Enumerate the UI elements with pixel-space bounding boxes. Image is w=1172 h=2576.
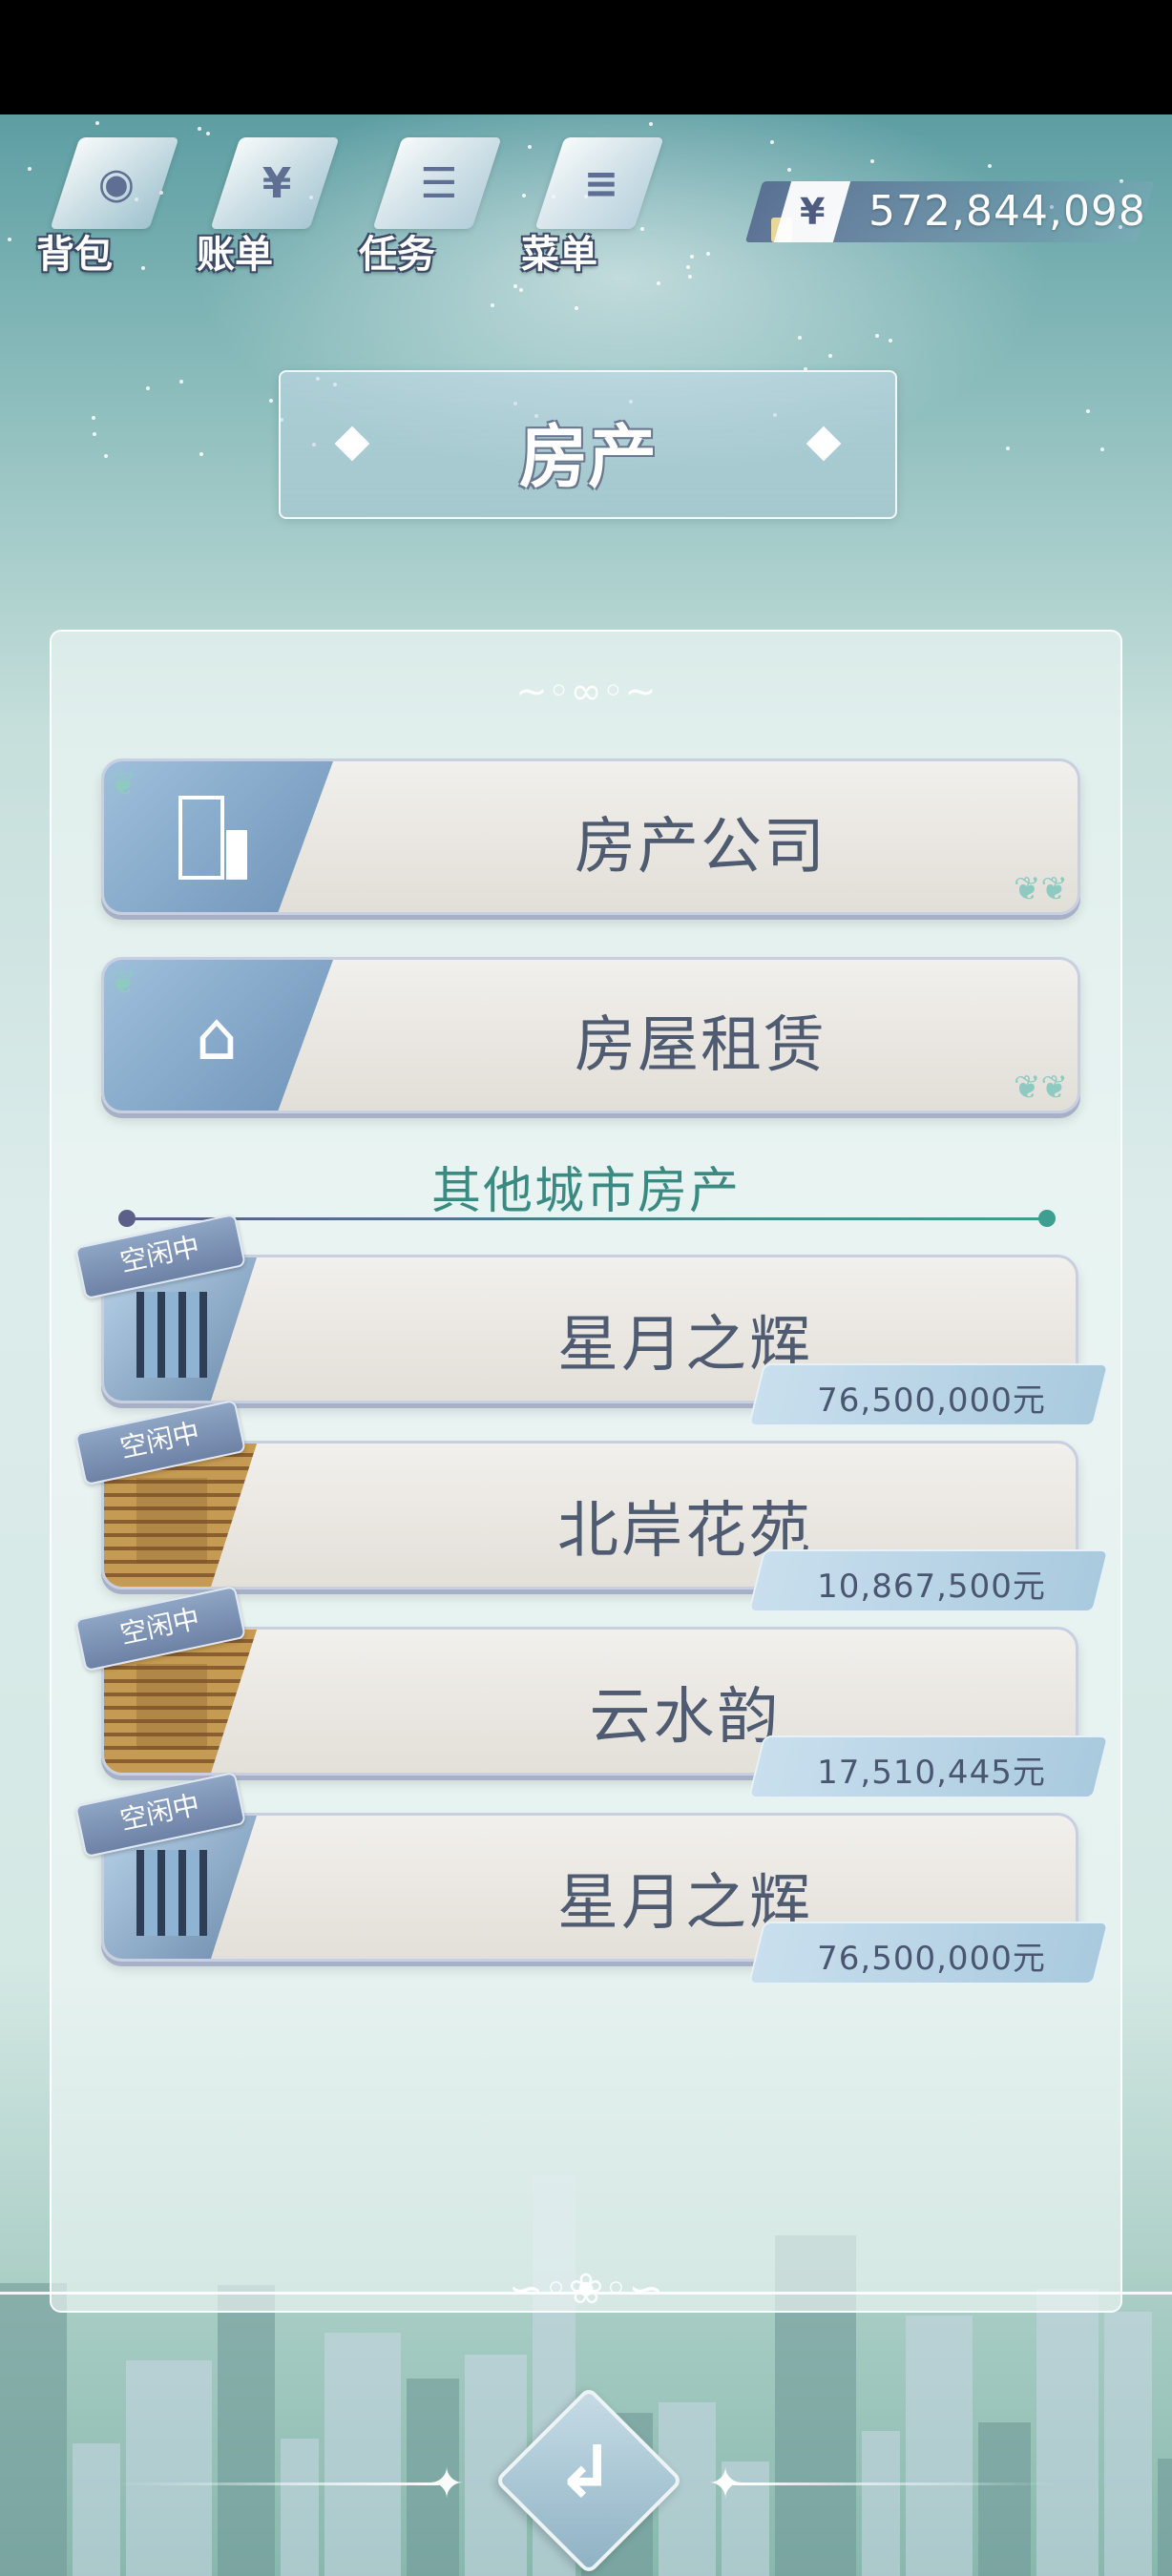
sparkle-decor — [269, 399, 273, 403]
skyline-building — [73, 2443, 120, 2576]
property-price: 17,510,445元 — [817, 1754, 1046, 1792]
sparkle-decor — [770, 140, 774, 144]
property-card[interactable]: 北岸花苑 空闲中 10,867,500元 — [74, 1399, 1110, 1612]
skyline-building — [1158, 2459, 1172, 2576]
real-estate-company-button[interactable]: ❦ ❦❦ 房产公司 — [101, 758, 1080, 915]
property-card[interactable]: 星月之辉 空闲中 76,500,000元 — [74, 1213, 1110, 1426]
flourish-bottom-icon: ∽◦❀◦∽ — [508, 2265, 664, 2314]
sparkle-decor — [8, 238, 11, 241]
sparkle-icon: ✦ — [707, 2460, 743, 2508]
skyline-building — [0, 2283, 67, 2576]
sparkle-icon: ✦ — [429, 2460, 465, 2508]
section-title: 其他城市房产 — [430, 1163, 741, 1220]
sparkle-decor — [104, 454, 108, 458]
skyline-building — [1104, 2312, 1152, 2576]
sparkle-decor — [93, 432, 96, 436]
sparkle-decor — [1086, 409, 1090, 413]
sparkle-decor — [688, 275, 692, 279]
bill-button[interactable]: ¥ 账单 — [187, 124, 340, 286]
bag-button[interactable]: ◉ 背包 — [27, 124, 179, 286]
sparkle-decor — [870, 159, 874, 163]
task-button[interactable]: ☰ 任务 — [349, 124, 502, 286]
divider-dot-icon — [118, 1210, 136, 1227]
decor-line — [115, 2483, 439, 2485]
sparkle-decor — [706, 252, 710, 256]
decor-line — [733, 2483, 1057, 2485]
property-card[interactable]: 云水韵 空闲中 17,510,445元 — [74, 1585, 1110, 1798]
sparkle-decor — [875, 334, 879, 338]
flourish-top-icon: ~◦∞◦~ — [515, 670, 657, 714]
sparkle-decor — [1006, 447, 1010, 450]
sparkle-decor — [199, 452, 203, 456]
building-icon — [167, 796, 262, 882]
page-title-plate: 房产 — [279, 370, 897, 519]
leaf-decor-icon: ❦ — [110, 964, 137, 1002]
real-estate-company-label: 房产公司 — [575, 812, 827, 883]
skyline-building — [324, 2333, 401, 2576]
divider-dot-icon — [1038, 1210, 1056, 1227]
leaf-decor-icon: ❦ — [110, 765, 137, 803]
page-title: 房产 — [518, 417, 657, 497]
sparkle-decor — [1100, 447, 1104, 451]
skyline-building — [1036, 2289, 1099, 2576]
sparkle-decor — [491, 303, 494, 307]
property-price: 10,867,500元 — [817, 1568, 1046, 1606]
sparkle-decor — [787, 168, 791, 172]
bill-label: 账单 — [197, 233, 273, 277]
status-bar — [0, 0, 1172, 114]
task-label: 任务 — [359, 233, 435, 277]
property-card[interactable]: 星月之辉 空闲中 76,500,000元 — [74, 1771, 1110, 1984]
property-price: 76,500,000元 — [817, 1381, 1046, 1420]
property-price: 76,500,000元 — [817, 1940, 1046, 1978]
sparkle-decor — [657, 281, 660, 285]
skyline-building — [862, 2431, 900, 2576]
sparkle-decor — [889, 339, 892, 343]
sparkle-decor — [146, 386, 150, 390]
skyline-building — [218, 2285, 275, 2576]
bag-label: 背包 — [36, 233, 113, 277]
money-value: 572,844,098 — [869, 187, 1146, 236]
menu-button[interactable]: ≡ 菜单 — [512, 124, 664, 286]
house-search-icon: ⌂ — [195, 997, 239, 1075]
skyline-building — [906, 2316, 973, 2576]
sparkle-decor — [575, 306, 578, 310]
menu-label: 菜单 — [521, 233, 597, 277]
sparkle-decor — [988, 164, 992, 168]
skyline-building — [281, 2439, 319, 2576]
sparkle-decor — [690, 255, 694, 259]
sparkle-decor — [519, 288, 523, 292]
sparkle-decor — [686, 265, 690, 269]
section-divider — [126, 1217, 1046, 1220]
sparkle-decor — [828, 354, 832, 358]
sparkle-decor — [92, 416, 95, 420]
house-rental-button[interactable]: ⌂ ❦ ❦❦ 房屋租赁 — [101, 957, 1080, 1113]
skyline-building — [126, 2360, 212, 2576]
sparkle-decor — [179, 380, 183, 384]
sparkle-decor — [798, 336, 802, 340]
house-rental-label: 房屋租赁 — [575, 1010, 827, 1081]
skyline-building — [978, 2422, 1031, 2576]
